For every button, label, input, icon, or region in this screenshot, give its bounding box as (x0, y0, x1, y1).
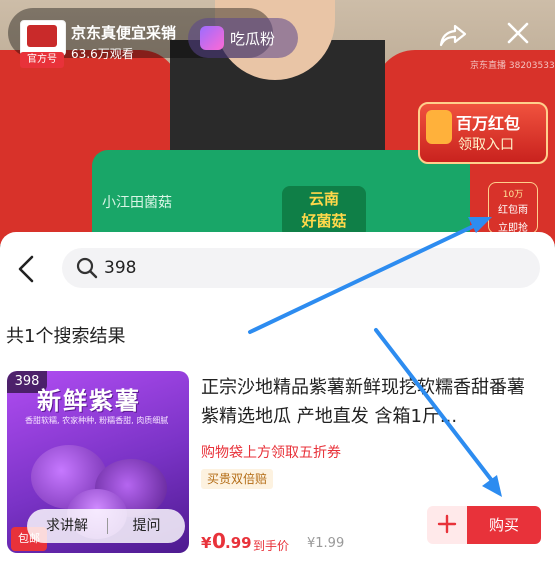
fan-club-button[interactable]: 吃瓜粉 (188, 18, 298, 58)
product-card[interactable]: 398 新鲜紫薯 香甜软糯, 农家种种, 粉糯香甜, 肉质细腻 包邮 求讲解 提… (5, 369, 550, 559)
price-guarantee-badge: 买贵双倍赔 (201, 469, 274, 489)
price-symbol: ¥ (201, 534, 212, 552)
product-title[interactable]: 正宗沙地精品紫薯新鲜现挖软糯香甜番薯紫精选地瓜 产地直发 含箱1斤... (201, 373, 541, 431)
result-count: 共1个搜索结果 (6, 326, 126, 347)
search-panel: 共1个搜索结果 398 新鲜紫薯 香甜软糯, 农家种种, 粉糯香甜, 肉质细腻 … (0, 232, 555, 566)
coupon-tip: 购物袋上方领取五折券 (201, 445, 341, 461)
add-to-cart-button[interactable] (427, 506, 467, 544)
fan-club-label: 吃瓜粉 (230, 30, 276, 48)
bag-label-line1: 云南 (308, 190, 339, 208)
rain-title: 红包雨 (498, 205, 528, 216)
ask-question-button[interactable]: 提问 (108, 509, 185, 543)
price-integer: 0 (212, 529, 226, 553)
red-packet-rain-badge[interactable]: 10万 红包雨 立即抢 (488, 182, 538, 234)
host-info[interactable]: 官方号 京东真便宜采销 63.6万观看 吃瓜粉 (8, 8, 298, 68)
red-packet-banner[interactable]: 百万红包 领取入口 (418, 102, 548, 164)
rain-amount: 10万 (502, 190, 524, 200)
watermark: 京东直播 38203533 (470, 61, 555, 71)
host-avatar[interactable] (20, 20, 66, 56)
bag-label: 云南 好菌菇 (282, 186, 366, 238)
request-explanation-button[interactable]: 求讲解 (27, 509, 107, 543)
viewer-count: 63.6万观看 (71, 47, 134, 61)
thumbnail-subtitle: 香甜软糯, 农家种种, 粉糯香甜, 肉质细腻 (25, 416, 169, 425)
bag-brand: 小江田菌菇 (102, 195, 172, 211)
share-icon[interactable] (438, 20, 468, 50)
red-packet-subtitle: 领取入口 (458, 137, 514, 153)
final-price-label: 到手价 (253, 539, 290, 553)
plus-icon (437, 514, 457, 534)
red-packet-title: 百万红包 (456, 114, 521, 133)
search-box[interactable] (62, 248, 540, 288)
thumbnail-title: 新鲜紫薯 (37, 387, 141, 415)
fan-badge-icon (200, 26, 224, 50)
host-name: 京东真便宜采销 (71, 24, 177, 42)
official-badge: 官方号 (20, 52, 64, 68)
search-input[interactable] (104, 248, 504, 288)
red-packet-icon (426, 110, 452, 144)
explain-ask-group: 求讲解 提问 (27, 509, 185, 543)
close-icon[interactable] (503, 18, 533, 48)
buy-button[interactable]: 购买 (467, 506, 541, 544)
bag-label-line2: 好菌菇 (301, 212, 347, 230)
product-thumbnail[interactable]: 398 新鲜紫薯 香甜软糯, 农家种种, 粉糯香甜, 肉质细腻 包邮 求讲解 提… (7, 371, 189, 553)
search-icon (76, 257, 98, 279)
price-decimal: .99 (225, 534, 252, 552)
original-price: ¥1.99 (307, 536, 345, 551)
back-icon[interactable] (14, 254, 40, 284)
